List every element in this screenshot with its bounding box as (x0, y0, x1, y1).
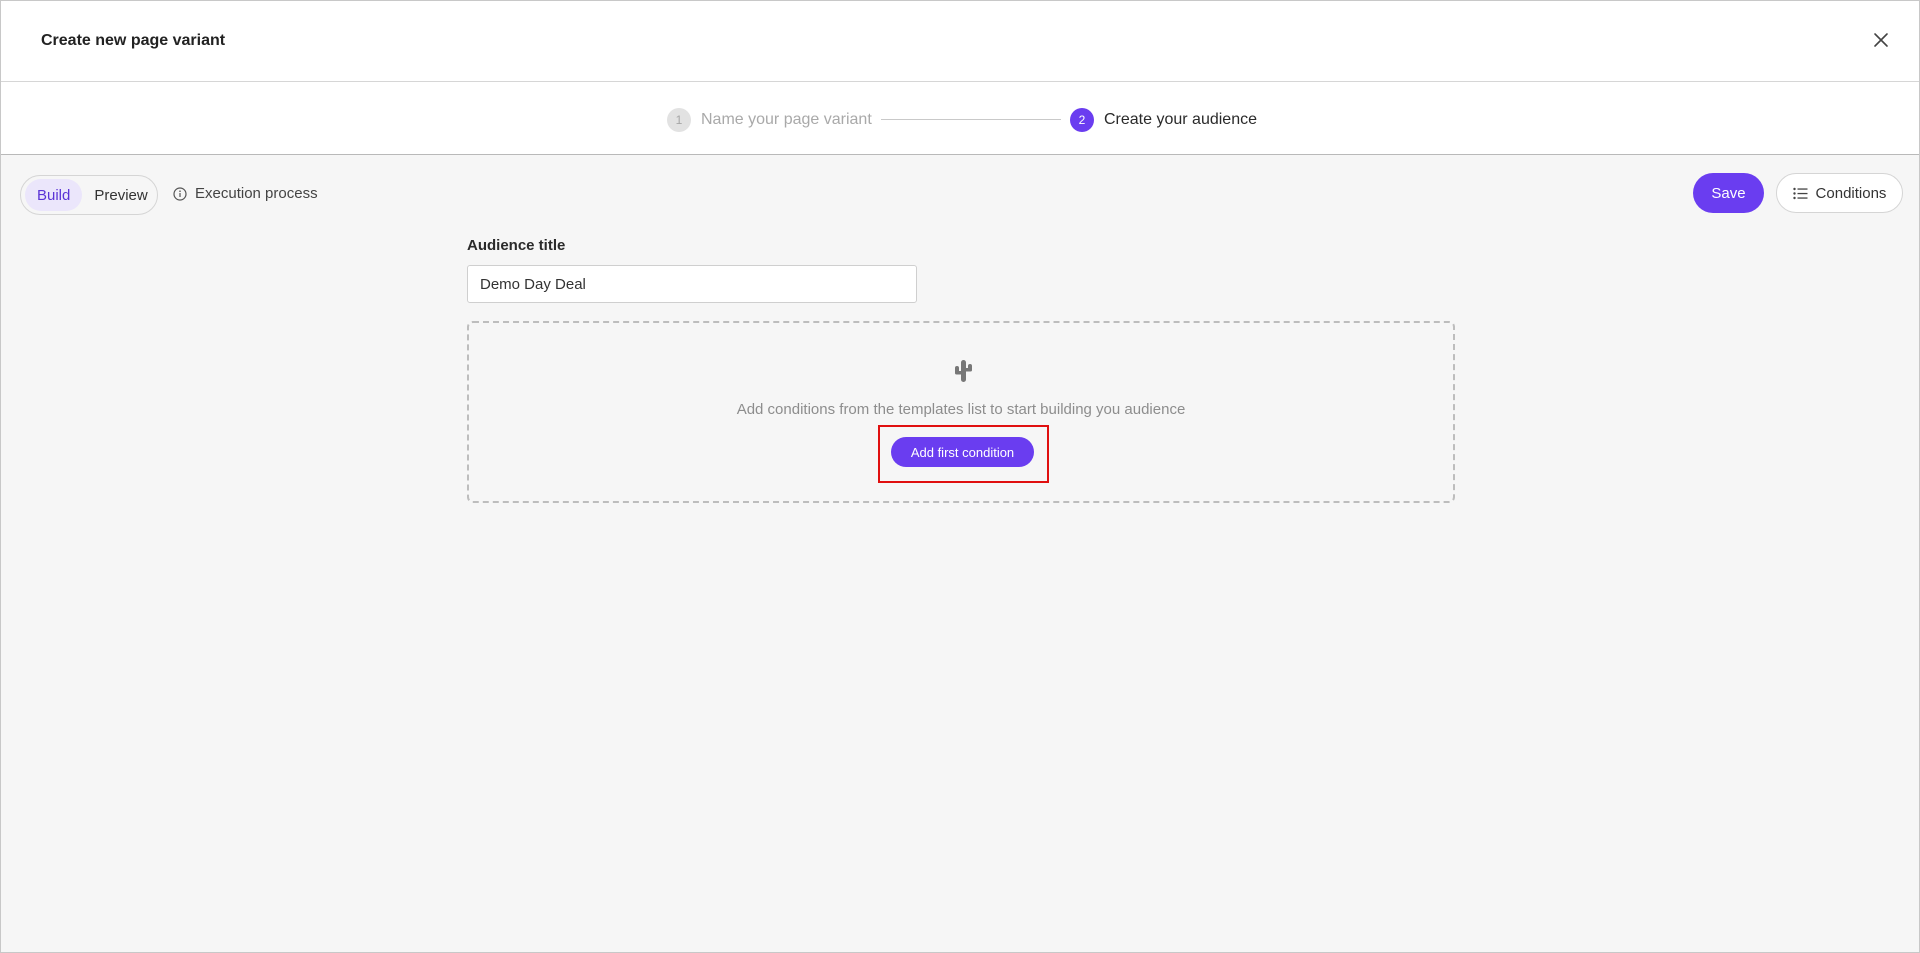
conditions-label: Conditions (1815, 184, 1887, 202)
execution-process-link[interactable]: Execution process (173, 185, 318, 202)
save-button[interactable]: Save (1693, 173, 1764, 213)
close-icon (1874, 33, 1888, 47)
step-name-variant[interactable]: 1 Name your page variant (667, 108, 872, 132)
info-icon (173, 186, 187, 201)
tab-preview[interactable]: Preview (82, 179, 159, 211)
stepper: 1 Name your page variant 2 Create your a… (1, 82, 1919, 155)
step-create-audience[interactable]: 2 Create your audience (1070, 108, 1257, 132)
conditions-dropzone: Add conditions from the templates list t… (467, 321, 1455, 503)
audience-title-label: Audience title (467, 237, 566, 254)
step-label: Create your audience (1104, 111, 1257, 128)
step-connector (881, 119, 1061, 120)
close-button[interactable] (1869, 28, 1893, 52)
audience-title-input[interactable] (467, 265, 917, 303)
conditions-button[interactable]: Conditions (1776, 173, 1903, 213)
execution-process-label: Execution process (195, 185, 318, 202)
create-variant-modal: Create new page variant 1 Name your page… (0, 0, 1920, 953)
step-number: 2 (1070, 108, 1094, 132)
empty-state-message: Add conditions from the templates list t… (736, 401, 1186, 418)
add-first-condition-button[interactable]: Add first condition (891, 437, 1034, 467)
view-toggle: Build Preview (20, 175, 158, 215)
step-number: 1 (667, 108, 691, 132)
list-icon (1792, 187, 1808, 200)
toolbar: Build Preview Execution process Save Con… (1, 155, 1919, 225)
modal-header: Create new page variant (1, 1, 1919, 82)
modal-title: Create new page variant (41, 32, 226, 49)
tab-build[interactable]: Build (25, 179, 83, 211)
step-label: Name your page variant (701, 111, 872, 128)
cactus-icon (949, 357, 977, 385)
